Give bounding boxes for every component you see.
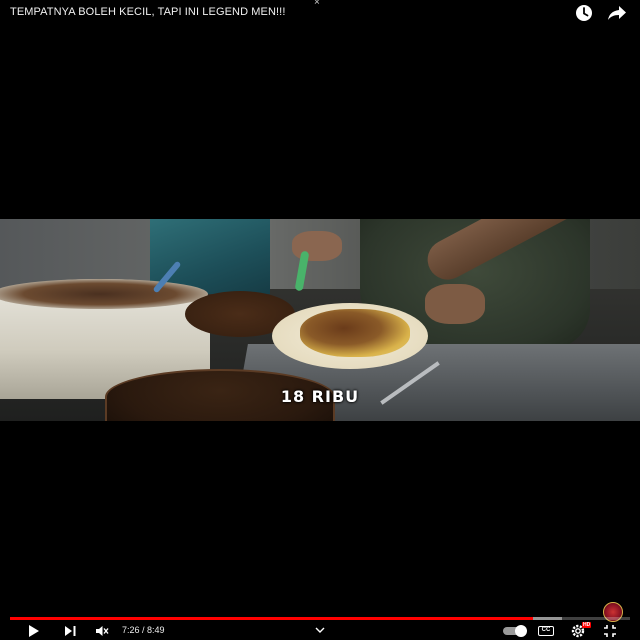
bucket-rim [0, 279, 208, 309]
autoplay-toggle[interactable] [503, 625, 527, 637]
next-icon[interactable] [64, 624, 77, 638]
close-icon[interactable]: × [314, 0, 320, 8]
top-bar: TEMPATNYA BOLEH KECIL, TAPI INI LEGEND M… [0, 0, 640, 26]
captions-icon[interactable]: CC [538, 626, 554, 636]
play-icon[interactable] [28, 624, 40, 638]
food-serving [300, 309, 410, 357]
vendor-hand [425, 284, 485, 324]
progress-played [10, 617, 533, 620]
video-caption: 18 RIBU [280, 387, 360, 406]
video-title[interactable]: TEMPATNYA BOLEH KECIL, TAPI INI LEGEND M… [10, 6, 286, 18]
autoplay-toggle-knob [515, 625, 527, 637]
quality-badge: HD [582, 622, 592, 628]
watch-later-icon[interactable] [575, 4, 593, 22]
chevron-up-icon[interactable] [315, 623, 325, 637]
video-player[interactable]: TEMPATNYA BOLEH KECIL, TAPI INI LEGEND M… [0, 0, 640, 640]
mute-icon[interactable] [95, 624, 109, 638]
control-bar: 7:26 / 8:49 CC HD [0, 622, 640, 640]
progress-bar[interactable] [10, 617, 630, 620]
share-icon[interactable] [607, 4, 627, 22]
time-display: 7:26 / 8:49 [122, 625, 165, 635]
exit-fullscreen-icon[interactable] [603, 624, 617, 638]
